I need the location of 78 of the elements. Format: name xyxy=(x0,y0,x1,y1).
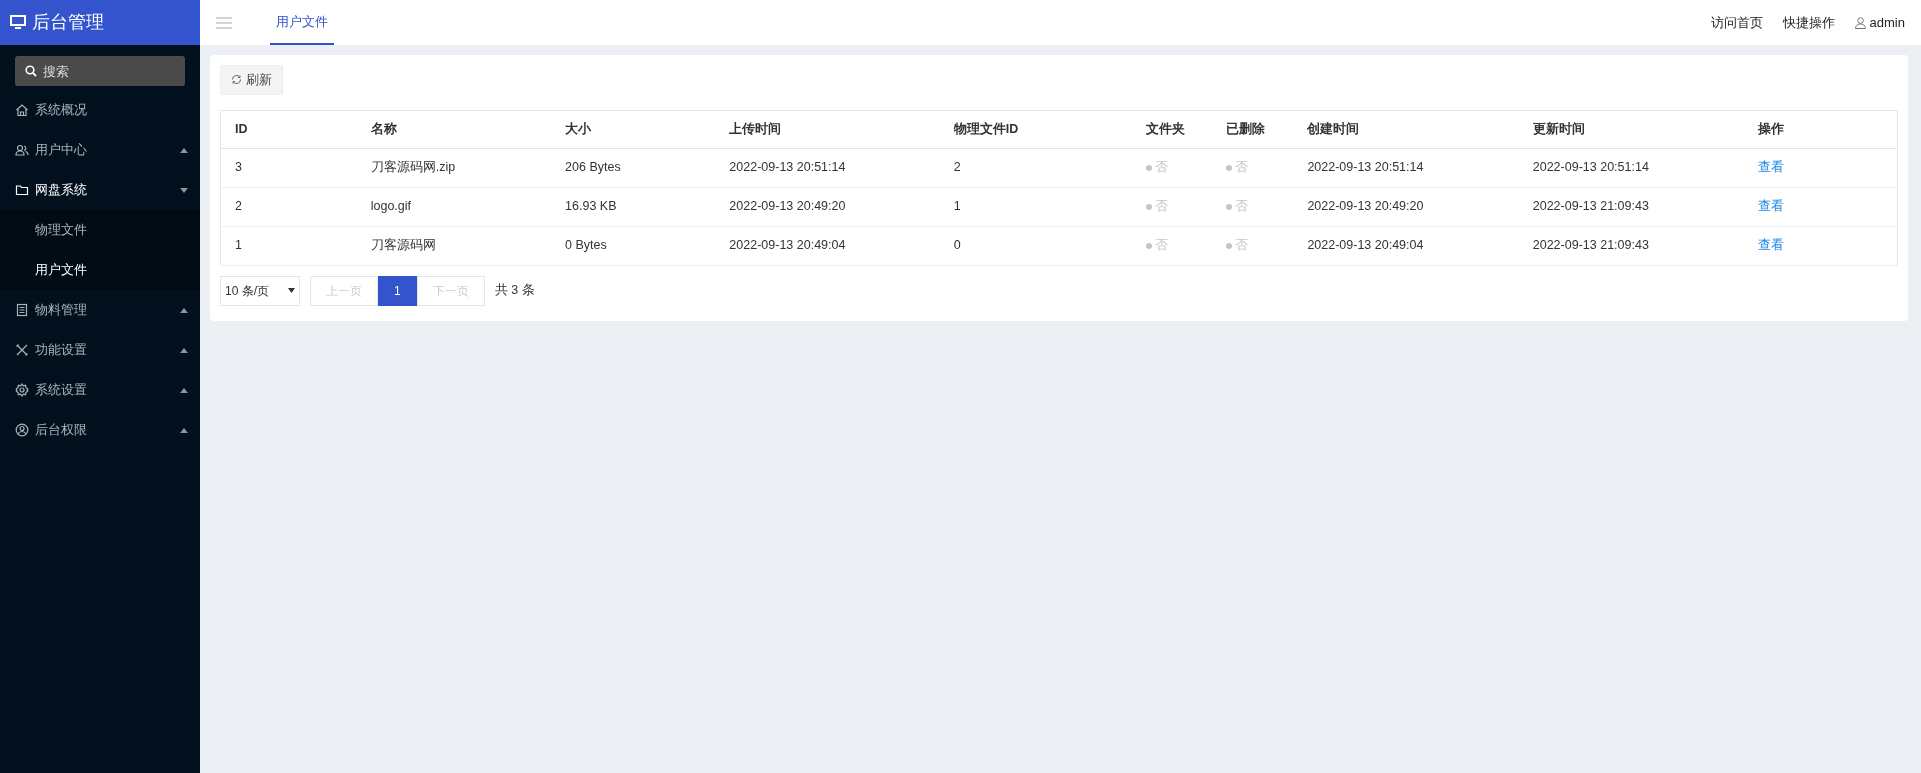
view-link[interactable]: 查看 xyxy=(1758,238,1785,253)
refresh-icon xyxy=(231,74,242,86)
table-cell: 0 xyxy=(939,226,1133,265)
status-flag: 否 xyxy=(1146,158,1169,178)
sidebar-item[interactable]: 功能设置 xyxy=(0,330,200,370)
column-header: 上传时间 xyxy=(715,110,940,148)
column-header: 创建时间 xyxy=(1293,110,1519,148)
table-cell: 2022-09-13 21:09:43 xyxy=(1518,226,1745,265)
table-cell: 2022-09-13 21:09:43 xyxy=(1518,187,1745,226)
table-cell: 1 xyxy=(939,187,1133,226)
status-flag: 否 xyxy=(1226,158,1249,178)
column-header: 已删除 xyxy=(1212,110,1294,148)
document-icon xyxy=(15,303,29,317)
user-icon xyxy=(1854,16,1866,29)
header-link[interactable]: 快捷操作 xyxy=(1782,12,1835,33)
status-flag: 否 xyxy=(1226,197,1249,217)
table-cell: 1 xyxy=(220,226,357,265)
folder-icon xyxy=(15,183,29,197)
sidebar-item[interactable]: 系统概况 xyxy=(0,90,200,130)
sidebar-item[interactable]: 用户中心 xyxy=(0,130,200,170)
table-cell: 2022-09-13 20:49:20 xyxy=(715,187,940,226)
caret-icon xyxy=(180,347,188,353)
search-field[interactable]: 搜索 xyxy=(15,56,185,86)
page-size-select[interactable]: 10 条/页 xyxy=(220,275,300,306)
column-header: 名称 xyxy=(356,110,552,148)
caret-icon xyxy=(180,307,188,313)
caret-icon xyxy=(180,187,188,193)
refresh-button[interactable]: 刷新 xyxy=(220,65,283,95)
menu-icon[interactable] xyxy=(216,16,232,29)
table-cell: 3 xyxy=(220,148,357,187)
header-link[interactable]: 访问首页 xyxy=(1710,12,1763,33)
table-cell: 2022-09-13 20:51:14 xyxy=(1518,148,1745,187)
table-cell: 2022-09-13 20:51:14 xyxy=(715,148,940,187)
view-link[interactable]: 查看 xyxy=(1758,160,1785,175)
tools-icon xyxy=(15,343,29,357)
column-header: 文件夹 xyxy=(1132,110,1213,148)
tab[interactable]: 用户文件 xyxy=(270,0,334,45)
sidebar-subitem[interactable]: 物理文件 xyxy=(0,210,200,250)
monitor-icon xyxy=(10,15,26,30)
sidebar-item[interactable]: 后台权限 xyxy=(0,410,200,450)
caret-icon xyxy=(180,147,188,153)
table-cell: 16.93 KB xyxy=(551,187,716,226)
table-cell: logo.gif xyxy=(356,187,552,226)
table-cell: 2022-09-13 20:49:20 xyxy=(1293,187,1519,226)
home-icon xyxy=(15,103,29,117)
column-header: ID xyxy=(220,110,357,148)
total-count: 共 3 条 xyxy=(494,282,535,300)
sidebar-item[interactable]: 系统设置 xyxy=(0,370,200,410)
status-flag: 否 xyxy=(1146,236,1169,256)
caret-icon xyxy=(180,387,188,393)
app-title: 后台管理 xyxy=(32,11,104,34)
view-link[interactable]: 查看 xyxy=(1758,199,1785,214)
table-cell: 2022-09-13 20:51:14 xyxy=(1293,148,1519,187)
status-flag: 否 xyxy=(1226,236,1249,256)
table-cell: 刀客源码网.zip xyxy=(356,148,552,187)
status-flag: 否 xyxy=(1146,197,1169,217)
user-circle-icon xyxy=(15,423,29,437)
column-header: 大小 xyxy=(551,110,716,148)
gear-icon xyxy=(15,383,29,397)
column-header: 操作 xyxy=(1744,110,1898,148)
sidebar-item[interactable]: 网盘系统 xyxy=(0,170,200,210)
column-header: 更新时间 xyxy=(1518,110,1745,148)
table-cell: 0 Bytes xyxy=(551,226,716,265)
sidebar-item[interactable]: 物料管理 xyxy=(0,290,200,330)
search-icon xyxy=(25,65,37,77)
table-cell: 刀客源码网 xyxy=(356,226,552,265)
table-cell: 2022-09-13 20:49:04 xyxy=(1293,226,1519,265)
column-header: 物理文件ID xyxy=(939,110,1133,148)
users-icon xyxy=(15,143,29,157)
caret-icon xyxy=(288,288,295,293)
table-cell: 2 xyxy=(220,187,357,226)
sidebar-subitem[interactable]: 用户文件 xyxy=(0,250,200,290)
table-cell: 2 xyxy=(939,148,1133,187)
table-cell: 206 Bytes xyxy=(551,148,716,187)
page-button[interactable]: 1 xyxy=(378,275,417,306)
table-cell: 2022-09-13 20:49:04 xyxy=(715,226,940,265)
caret-icon xyxy=(180,427,188,433)
user-menu[interactable]: admin xyxy=(1854,12,1905,33)
